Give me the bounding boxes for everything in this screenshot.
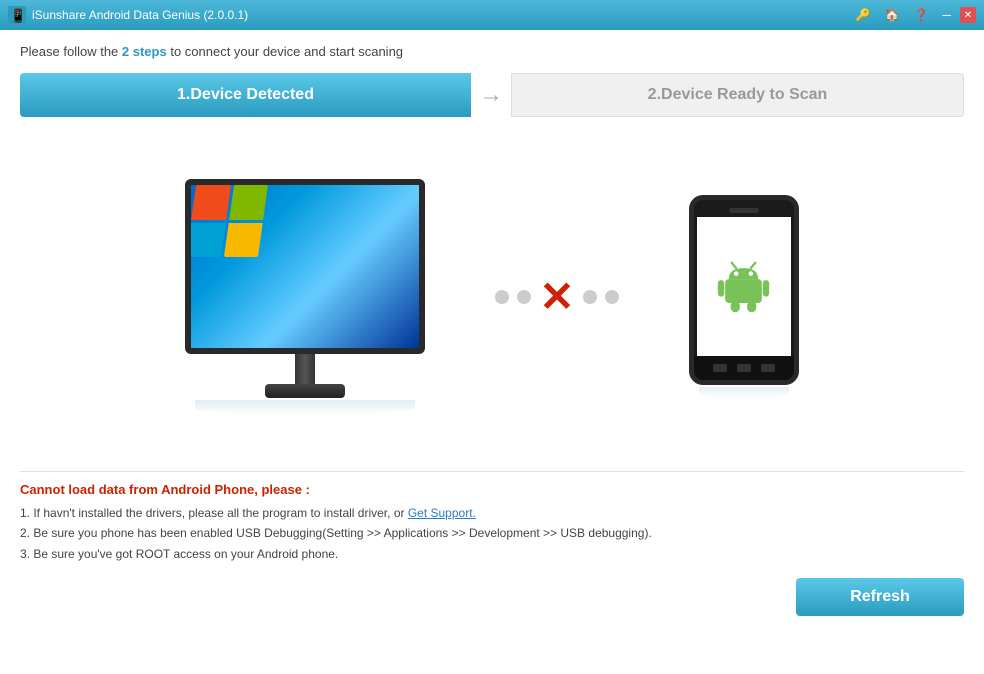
connection-x-mark: ✕ [539,276,574,318]
main-content: Please follow the 2 steps to connect you… [0,30,984,471]
flag-q2 [229,185,268,220]
titlebar-key-icon[interactable]: 🔑 [851,6,876,24]
info-item-3: 3. Be sure you've got ROOT access on you… [20,544,964,564]
titlebar-minimize-icon[interactable]: ─ [937,6,956,24]
steps-highlight: 2 steps [122,44,167,59]
error-title: Cannot load data from Android Phone, ple… [20,482,964,497]
titlebar-close-button[interactable]: ✕ [960,7,976,23]
dot-1 [495,290,509,304]
intro-prefix: Please follow the [20,44,122,59]
monitor-screen [191,185,419,348]
info-item-1: 1. If havn't installed the drivers, plea… [20,503,964,523]
phone-container [689,195,799,399]
info-item-2: 2. Be sure you phone has been enabled US… [20,523,964,543]
content-area: ✕ [20,137,964,457]
get-support-link[interactable]: Get Support. [408,506,476,520]
flag-q3 [191,223,225,258]
refresh-button[interactable]: Refresh [796,578,964,616]
info-item-1-text-before: If havn't installed the drivers, please … [33,506,407,520]
refresh-row: Refresh [0,578,984,630]
phone-reflection [699,387,789,399]
android-logo [716,259,771,314]
info-item-2-text: Be sure you phone has been enabled USB D… [33,526,651,540]
monitor-container [185,179,425,415]
titlebar-home-icon[interactable]: 🏠 [880,6,905,24]
step1-box: 1.Device Detected [20,73,471,117]
title-bar-controls: 🔑 🏠 ❓ ─ ✕ [851,6,976,24]
phone-btn-3 [761,364,775,372]
flag-q4 [224,223,263,258]
info-item-3-text: Be sure you've got ROOT access on your A… [33,547,338,561]
dot-2 [517,290,531,304]
step-arrow-icon: → [471,81,511,109]
title-bar: 📱 iSunshare Android Data Genius (2.0.0.1… [0,0,984,30]
connection-area: ✕ [495,276,618,318]
phone-btn-1 [713,364,727,372]
monitor [185,179,425,354]
dot-3 [583,290,597,304]
intro-suffix: to connect your device and start scaning [167,44,403,59]
app-icon: 📱 [8,6,26,24]
bottom-section: Cannot load data from Android Phone, ple… [0,472,984,578]
title-bar-text: iSunshare Android Data Genius (2.0.0.1) [32,8,851,22]
step2-box: 2.Device Ready to Scan [511,73,964,117]
phone-speaker [729,208,759,213]
info-list: 1. If havn't installed the drivers, plea… [20,503,964,564]
step1-label: 1.Device Detected [177,86,314,104]
step2-label: 2.Device Ready to Scan [648,86,828,104]
phone-screen [697,217,791,356]
svg-text:📱: 📱 [10,8,26,23]
titlebar-help-icon[interactable]: ❓ [909,6,934,24]
dot-4 [605,290,619,304]
windows-logo [191,185,268,257]
steps-bar: 1.Device Detected → 2.Device Ready to Sc… [20,73,964,117]
phone-btn-2 [737,364,751,372]
phone [689,195,799,385]
flag-q1 [192,185,231,220]
monitor-stand-base [265,384,345,398]
monitor-reflection [195,400,415,415]
monitor-stand-neck [295,354,315,384]
phone-buttons [694,356,794,380]
intro-text: Please follow the 2 steps to connect you… [20,44,964,59]
